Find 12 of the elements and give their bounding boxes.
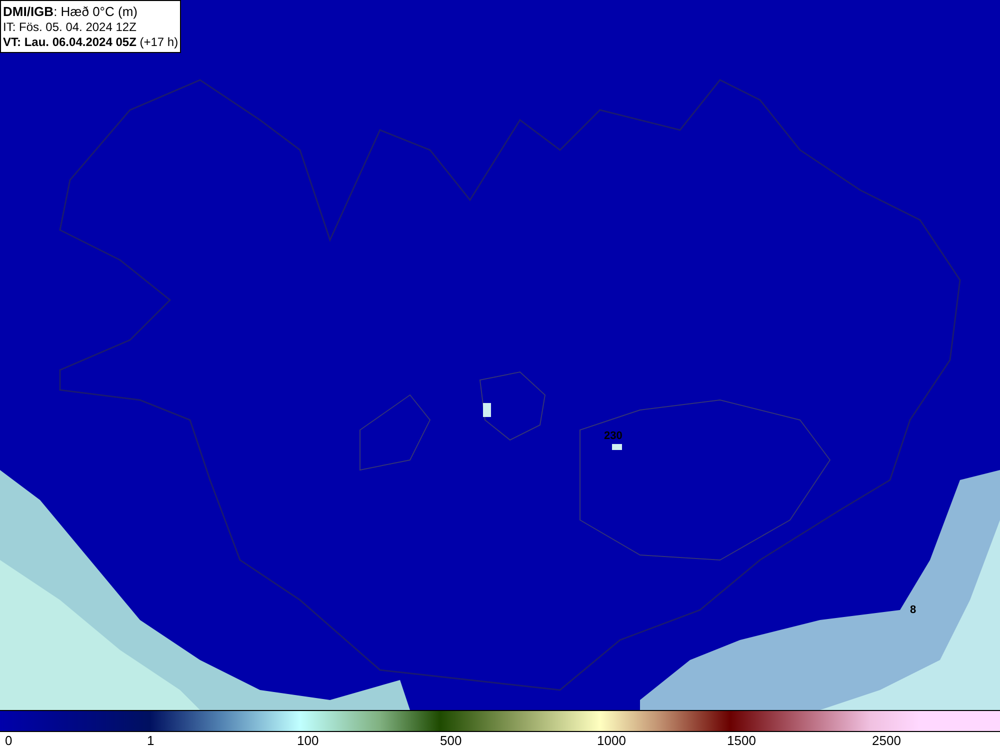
map-value-label: 8 [910, 605, 916, 616]
scale-tick-label: 500 [440, 732, 462, 750]
info-line: DMI/IGB: Hæð 0°C (m) [3, 3, 138, 20]
map-value-label: 230 [604, 431, 622, 442]
scale-tick-label: 0 [5, 732, 12, 750]
scale-tick-label: 1 [147, 732, 154, 750]
scale-tick-label: 100 [297, 732, 319, 750]
scale-tick-label: 1000 [597, 732, 626, 750]
scale-tick-label: 1500 [727, 732, 756, 750]
info-line: VT: Lau. 06.04.2024 05Z (+17 h) [3, 35, 178, 50]
scale-tick-label: 2500 [872, 732, 901, 750]
info-line: IT: Fös. 05. 04. 2024 12Z [3, 20, 138, 35]
